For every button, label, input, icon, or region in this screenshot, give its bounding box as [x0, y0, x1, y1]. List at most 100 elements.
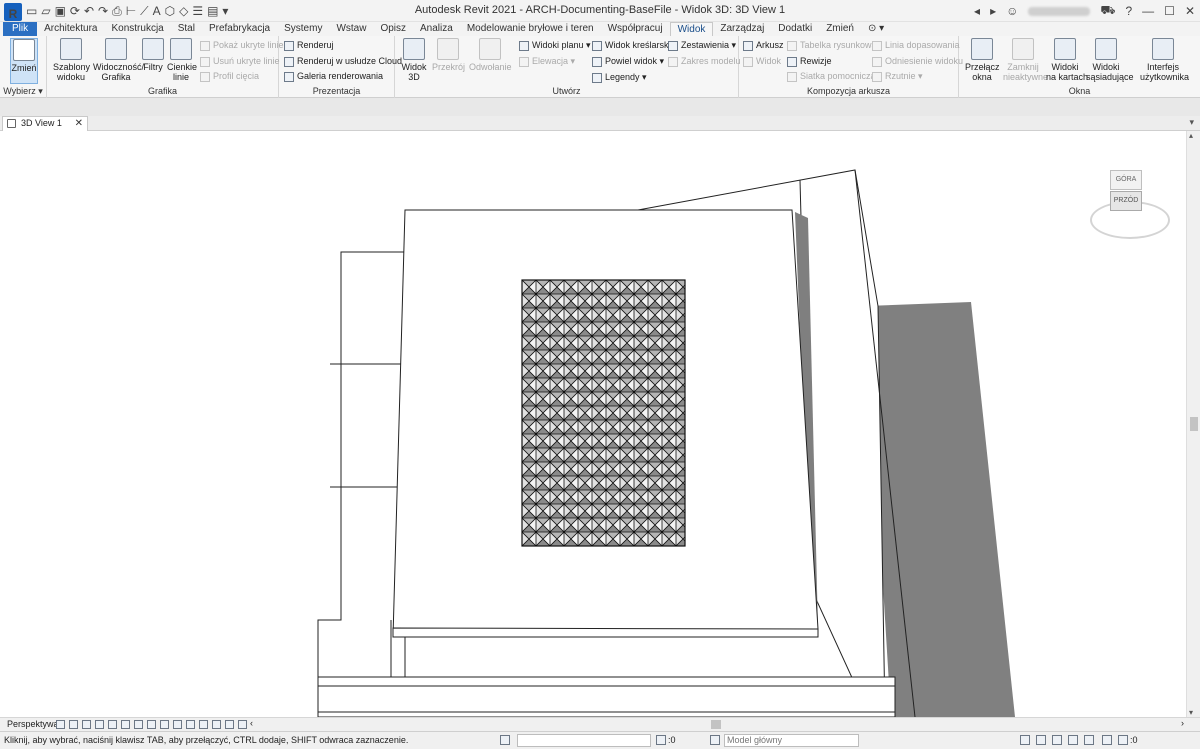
3d-viewport[interactable]: GÓRA PRZÓD [0, 131, 1186, 717]
legends-button[interactable]: Legendy ▾ [592, 72, 647, 83]
tab-architecture[interactable]: Architektura [37, 22, 104, 36]
render-gallery-button[interactable]: Galeria renderowania [284, 71, 383, 82]
callout-button[interactable]: Odwołanie [469, 38, 512, 72]
ribbon-minimize-toggle[interactable]: ⊙ ▾ [861, 22, 891, 36]
maximize-button[interactable]: ☐ [1164, 4, 1175, 18]
schedules-button[interactable]: Zestawienia ▾ [668, 40, 736, 51]
nav-forward-icon[interactable]: ▸ [990, 4, 996, 18]
3d-view-button[interactable]: Widok 3D [401, 38, 427, 82]
sync-icon[interactable]: ⟳ [70, 0, 80, 22]
scale-icon[interactable] [56, 720, 65, 729]
render-dialog-icon[interactable] [121, 720, 130, 729]
perspective-label[interactable]: Perspektywa [7, 719, 59, 729]
tab-massing-site[interactable]: Modelowanie bryłowe i teren [460, 22, 601, 36]
reveal-constraints-icon[interactable] [238, 720, 247, 729]
temporary-hide-icon[interactable] [173, 720, 182, 729]
thin-lines-icon[interactable]: ☰ [192, 0, 203, 22]
reveal-hidden-icon[interactable] [186, 720, 195, 729]
filter-icon[interactable] [1118, 735, 1128, 745]
duplicate-view-button[interactable]: Powiel widok ▾ [592, 56, 664, 67]
select-by-face-icon[interactable] [1068, 735, 1078, 745]
design-options-icon[interactable] [710, 735, 720, 745]
detail-level-icon[interactable] [69, 720, 78, 729]
design-option-dropdown[interactable]: Model główny [724, 734, 859, 747]
scope-box-button[interactable]: Zakres modelu [668, 56, 741, 67]
viewcube-front-face[interactable]: PRZÓD [1110, 191, 1142, 211]
tab-manage[interactable]: Zarządzaj [713, 22, 771, 36]
switch-windows-button[interactable]: Przełącz okna [965, 38, 1000, 82]
visual-style-icon[interactable] [82, 720, 91, 729]
user-name[interactable] [1028, 6, 1091, 16]
sheet-button[interactable]: Arkusz [743, 40, 784, 51]
show-crop-icon[interactable] [147, 720, 156, 729]
viewports-button[interactable]: Rzutnie ▾ [872, 71, 923, 82]
revisions-button[interactable]: Rewizje [787, 56, 832, 67]
view-tabs-dropdown-icon[interactable]: ▾ [1189, 117, 1194, 128]
tab-precast[interactable]: Prefabrykacja [202, 22, 277, 36]
open-icon[interactable]: ▭ [26, 0, 37, 22]
show-hidden-lines-button[interactable]: Pokaż ukryte linie [200, 40, 284, 51]
scroll-down-icon[interactable]: ▾ [1189, 708, 1193, 717]
render-button[interactable]: Renderuj [284, 40, 334, 51]
vertical-scrollbar[interactable]: ▴ ▾ [1186, 131, 1200, 717]
undo-icon[interactable]: ↶ [84, 0, 94, 22]
tab-analyze[interactable]: Analiza [413, 22, 460, 36]
tab-collaborate[interactable]: Współpracuj [601, 22, 670, 36]
cut-profile-button[interactable]: Profil cięcia [200, 71, 259, 82]
elevation-button[interactable]: Elewacja ▾ [519, 56, 575, 67]
unlock-3d-icon[interactable] [160, 720, 169, 729]
editable-only-icon[interactable] [656, 735, 666, 745]
tab-systems[interactable]: Systemy [277, 22, 329, 36]
matchline-button[interactable]: Linia dopasowania [872, 40, 960, 51]
revit-logo[interactable]: R [4, 3, 22, 21]
section-icon[interactable]: ◇ [179, 0, 188, 22]
tab-views-button[interactable]: Widoki na kartach [1046, 38, 1088, 82]
switch-windows-icon[interactable]: ▤ [207, 0, 218, 22]
open-folder-icon[interactable]: ▱ [41, 0, 50, 22]
drag-elements-icon[interactable] [1084, 735, 1094, 745]
redo-icon[interactable]: ↷ [98, 0, 108, 22]
viewcube[interactable]: GÓRA PRZÓD [1086, 169, 1176, 245]
tab-annotate[interactable]: Opisz [373, 22, 413, 36]
drafting-view-button[interactable]: Widok kreślarski [592, 40, 671, 51]
help-icon[interactable]: ? [1125, 4, 1132, 18]
graphics-panel-label[interactable]: Grafika [47, 86, 278, 97]
tab-modify[interactable]: Zmień [819, 22, 861, 36]
filters-button[interactable]: Filtry [142, 38, 164, 72]
tab-file[interactable]: Plik [3, 22, 38, 36]
text-icon[interactable]: A [153, 0, 161, 22]
close-inactive-button[interactable]: Zamknij nieaktywne [1003, 38, 1048, 82]
scroll-thumb[interactable] [1190, 417, 1198, 431]
close-view-tab-icon[interactable]: ✕ [75, 117, 83, 130]
measure-icon[interactable]: ⊢ [126, 0, 136, 22]
user-icon[interactable]: ☺ [1006, 4, 1018, 18]
remove-hidden-lines-button[interactable]: Usuń ukryte linie [200, 56, 280, 67]
customize-qat-icon[interactable]: ▾ [222, 0, 228, 22]
close-button[interactable]: ✕ [1185, 4, 1195, 18]
viewcube-top-face[interactable]: GÓRA [1110, 170, 1142, 190]
print-icon[interactable]: ⎙ [112, 0, 122, 22]
select-pinned-icon[interactable] [1052, 735, 1062, 745]
title-block-button[interactable]: Tabelka rysunkowa [787, 40, 877, 51]
save-icon[interactable]: ▣ [55, 0, 66, 22]
view-templates-button[interactable]: Szablony widoku [53, 38, 90, 82]
render-cloud-button[interactable]: Renderuj w usłudze Cloud [284, 56, 402, 67]
background-process-icon[interactable] [1102, 735, 1112, 745]
tab-steel[interactable]: Stal [171, 22, 202, 36]
tab-addins[interactable]: Dodatki [771, 22, 819, 36]
building-model[interactable] [0, 131, 1186, 717]
shadows-icon[interactable] [108, 720, 117, 729]
select-underlay-icon[interactable] [1036, 735, 1046, 745]
tab-insert[interactable]: Wstaw [329, 22, 373, 36]
3d-view-icon[interactable]: ⬡ [165, 0, 175, 22]
sun-path-icon[interactable] [95, 720, 104, 729]
minimize-button[interactable]: — [1142, 4, 1154, 18]
cart-icon[interactable]: ⛟ [1100, 3, 1115, 19]
user-interface-button[interactable]: Interfejs użytkownika [1140, 38, 1189, 82]
tab-structure[interactable]: Konstrukcja [104, 22, 170, 36]
hscroll-right-icon[interactable]: › [1181, 718, 1184, 728]
guide-grid-button[interactable]: Siatka pomocnicza [787, 71, 876, 82]
crop-view-icon[interactable] [134, 720, 143, 729]
thin-lines-button[interactable]: Cienkie linie [167, 38, 197, 82]
analytical-model-icon[interactable] [212, 720, 221, 729]
